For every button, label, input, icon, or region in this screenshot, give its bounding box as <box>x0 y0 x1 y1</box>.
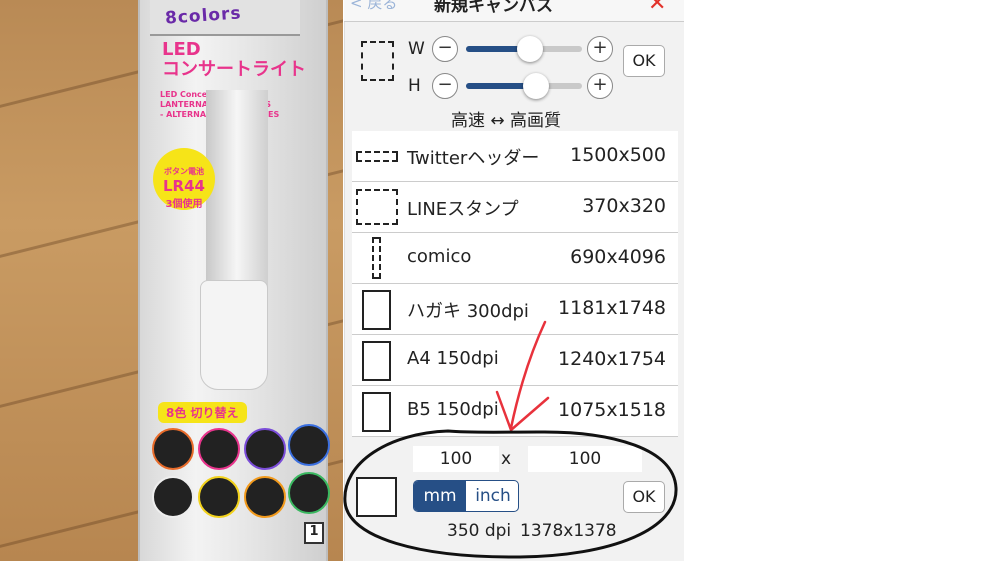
light-handle <box>200 280 268 390</box>
panel-header: < 戻る 新規キャンバス ✕ <box>344 0 684 22</box>
portrait-preview-icon <box>362 392 391 432</box>
tall-preview-icon <box>372 237 381 279</box>
height-label: H <box>408 76 421 96</box>
portrait-preview-icon <box>362 290 391 330</box>
preset-row-comico[interactable]: comico 690x4096 <box>352 233 678 284</box>
back-button[interactable]: < 戻る <box>350 0 397 13</box>
height-minus-button[interactable]: − <box>432 73 458 99</box>
width-slider-knob[interactable] <box>517 36 543 62</box>
canvas-preview-icon <box>361 41 394 81</box>
dpi-text: 350 dpi <box>447 521 512 541</box>
custom-height-input[interactable]: 100 <box>528 446 642 472</box>
custom-ok-button[interactable]: OK <box>623 481 665 513</box>
unit-toggle: mm inch <box>413 480 519 512</box>
panel-title: 新規キャンバス <box>434 0 553 16</box>
size-ok-button[interactable]: OK <box>623 45 665 77</box>
preset-size: 370x320 <box>582 195 666 217</box>
color-swatch <box>152 476 194 518</box>
color-swatch <box>198 476 240 518</box>
times-symbol: x <box>501 449 512 469</box>
light-tube <box>206 90 268 290</box>
color-switch-label: 8色 切り替え <box>158 402 247 423</box>
color-swatch <box>244 428 286 470</box>
package-title-line2: コンサートライト <box>162 59 306 80</box>
color-swatch <box>288 424 330 466</box>
preset-name: A4 150dpi <box>407 348 499 369</box>
battery-badge-line: ボタン電池 <box>164 167 204 176</box>
width-slider[interactable] <box>466 36 582 62</box>
height-plus-button[interactable]: + <box>587 73 613 99</box>
battery-badge: ボタン電池 LR44 3個使用 <box>153 148 215 210</box>
color-swatch <box>244 476 286 518</box>
preset-name: ハガキ 300dpi <box>407 301 529 322</box>
product-photo: 8colors LED コンサートライト LED Concert Light L… <box>0 0 343 561</box>
preset-row-b5[interactable]: B5 150dpi 1075x1518 <box>352 386 678 437</box>
preset-row-twitter[interactable]: Twitterヘッダー 1500x500 <box>352 131 678 182</box>
preset-size: 1240x1754 <box>558 348 666 370</box>
close-icon[interactable]: ✕ <box>648 0 666 17</box>
custom-pixel-size: 1378x1378 <box>520 521 617 541</box>
preset-name: B5 150dpi <box>407 399 499 420</box>
preset-size: 1500x500 <box>570 144 666 166</box>
preset-name: Twitterヘッダー <box>407 148 540 169</box>
pack-count: 1 <box>304 522 324 544</box>
package-title: LED コンサートライト <box>162 40 306 80</box>
unit-inch-button[interactable]: inch <box>466 481 518 511</box>
color-swatch <box>288 472 330 514</box>
color-swatch <box>152 428 194 470</box>
battery-badge-line: 3個使用 <box>165 199 203 210</box>
square-preview-icon <box>356 189 398 225</box>
color-swatch <box>198 428 240 470</box>
landscape-preview-icon <box>356 151 398 162</box>
quality-caption: 高速 ↔ 高画質 <box>451 111 562 131</box>
package-title-line1: LED <box>162 39 201 60</box>
unit-mm-button[interactable]: mm <box>414 481 466 511</box>
portrait-preview-icon <box>362 341 391 381</box>
custom-width-input[interactable]: 100 <box>413 446 499 472</box>
preset-name: LINEスタンプ <box>407 199 519 220</box>
width-minus-button[interactable]: − <box>432 36 458 62</box>
height-slider-knob[interactable] <box>523 73 549 99</box>
width-label: W <box>408 39 425 59</box>
custom-preview-icon <box>356 477 397 517</box>
preset-row-a4[interactable]: A4 150dpi 1240x1754 <box>352 335 678 386</box>
battery-badge-line: LR44 <box>163 177 205 195</box>
height-slider[interactable] <box>466 73 582 99</box>
preset-row-line[interactable]: LINEスタンプ 370x320 <box>352 182 678 233</box>
preset-row-postcard[interactable]: ハガキ 300dpi 1181x1748 <box>352 284 678 335</box>
width-plus-button[interactable]: + <box>587 36 613 62</box>
preset-size: 690x4096 <box>570 246 666 268</box>
preset-name: comico <box>407 246 472 267</box>
preset-size: 1075x1518 <box>558 399 666 421</box>
preset-size: 1181x1748 <box>558 297 666 319</box>
